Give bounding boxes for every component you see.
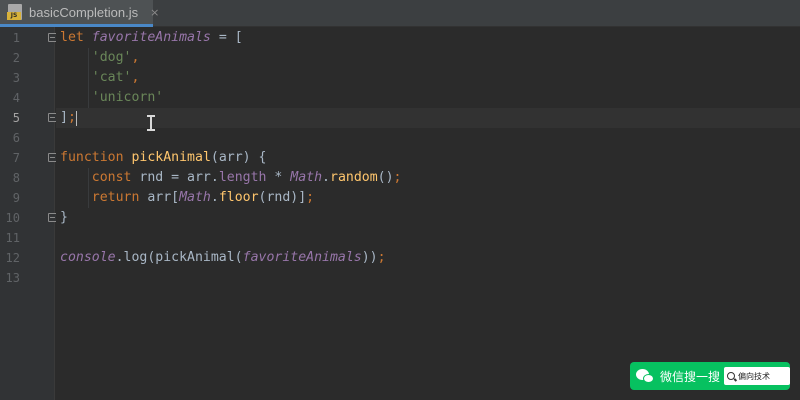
closing-bracket: ] [60,110,68,125]
code-line-4: 'unicorn' [60,88,163,108]
code-text: . [322,170,330,185]
code-line-7: function pickAnimal(arr) { [60,148,266,168]
editor-tab-bar: JS basicCompletion.js × [0,0,800,27]
code-text: * [266,170,291,185]
code-line-5: ]; [60,108,76,128]
line-number: 13 [5,271,20,285]
line-number: 1 [12,31,20,45]
line-number: 4 [12,91,20,105]
code-text: .log(pickAnimal( [115,250,243,265]
method-floor: floor [218,190,259,205]
close-tab-icon[interactable]: × [150,6,159,19]
semicolon: ; [306,190,315,205]
line-number: 11 [5,231,20,245]
wechat-icon [636,368,656,384]
ibeam-cursor-icon [147,115,155,131]
string-literal: 'cat' [91,70,132,85]
current-line-highlight [56,108,800,128]
math-object: Math [179,190,211,205]
code-editor[interactable]: let favoriteAnimals = [ 'dog', 'cat', 'u… [56,27,800,400]
math-object: Math [290,170,323,185]
keyword-function: function [60,150,124,165]
code-text: rnd = arr. [131,170,219,185]
line-number: 9 [12,191,20,205]
code-line-12: console.log(pickAnimal(favoriteAnimals))… [60,248,386,268]
wechat-search-query: 偏向技术 [738,371,771,381]
line-number: 12 [5,251,20,265]
keyword-return: return [91,190,140,205]
code-line-1: let favoriteAnimals = [ [60,28,243,48]
wechat-search-box: 偏向技术 [724,367,790,385]
js-file-icon: JS [7,4,23,20]
semicolon: ; [67,110,76,125]
property-length: length [218,170,267,185]
variable-favorite-animals: favoriteAnimals [242,250,362,265]
code-text: )) [361,250,378,265]
line-number: 7 [12,151,20,165]
code-text: arr[ [139,190,180,205]
line-number: 6 [12,131,20,145]
code-text: () [377,170,394,185]
code-text: = [ [210,30,243,45]
line-number: 3 [12,71,20,85]
comma: , [131,50,140,65]
closing-brace: } [60,210,68,225]
wechat-search-watermark: 微信搜一搜 偏向技术 [630,362,790,390]
line-number: 2 [12,51,20,65]
code-text: (arr) { [210,150,267,165]
text-caret [76,111,77,126]
file-tab-label: basicCompletion.js [29,4,139,20]
string-literal: 'unicorn' [91,90,164,105]
variable-favorite-animals: favoriteAnimals [91,30,211,45]
semicolon: ; [393,170,402,185]
console-object: console [60,250,116,265]
line-number-current: 5 [12,111,20,125]
code-text: . [210,190,219,205]
search-icon [727,372,736,380]
code-line-10: } [60,208,68,228]
wechat-search-label: 微信搜一搜 [660,369,721,384]
code-line-2: 'dog', [60,48,140,68]
code-line-3: 'cat', [60,68,140,88]
line-number: 10 [5,211,20,225]
file-tab[interactable]: JS basicCompletion.js × [0,0,159,27]
function-name: pickAnimal [131,150,211,165]
string-literal: 'dog' [91,50,132,65]
line-number: 8 [12,171,20,185]
comma: , [131,70,140,85]
semicolon: ; [377,250,386,265]
keyword-const: const [91,170,132,185]
line-number-gutter: 1 2 3 4 5 6 7 8 9 10 11 12 13 [0,27,57,400]
code-line-9: return arr[Math.floor(rnd)]; [60,188,314,208]
keyword-let: let [60,30,84,45]
code-line-8: const rnd = arr.length * Math.random(); [60,168,402,188]
code-text: (rnd)] [258,190,307,205]
method-random: random [330,170,378,185]
